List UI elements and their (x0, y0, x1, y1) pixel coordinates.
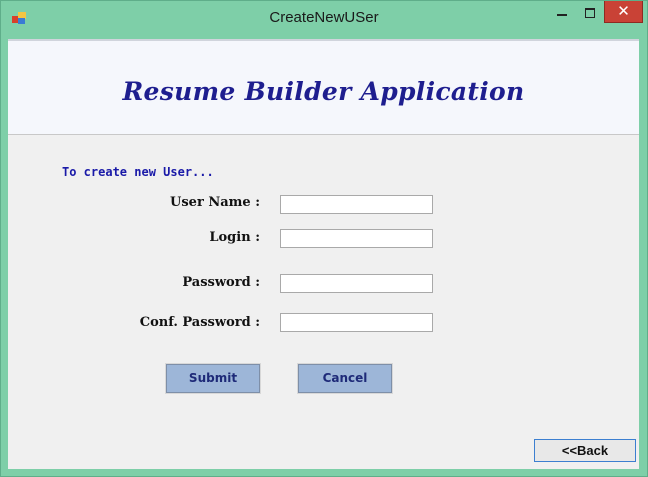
intro-text: To create new User... (62, 165, 214, 179)
login-label: Login : (209, 230, 260, 245)
banner-title: Resume Builder Application (122, 77, 525, 106)
maximize-button[interactable] (577, 1, 603, 25)
maximize-icon (585, 8, 595, 18)
cancel-button[interactable]: Cancel (297, 363, 393, 394)
back-button[interactable]: <<Back (534, 439, 636, 462)
form-client-area: Resume Builder Application To create new… (8, 39, 639, 469)
close-button[interactable]: ✕ (604, 1, 643, 23)
password-label: Password : (182, 275, 260, 290)
login-input[interactable] (280, 229, 433, 248)
header-banner: Resume Builder Application (8, 39, 639, 135)
minimize-button[interactable] (549, 1, 575, 25)
user-name-input[interactable] (280, 195, 433, 214)
confirm-password-label: Conf. Password : (139, 315, 260, 330)
app-window: CreateNewUSer ✕ Resume Builder Applicati… (0, 0, 648, 477)
submit-button[interactable]: Submit (165, 363, 261, 394)
user-name-label: User Name : (170, 195, 260, 210)
minimize-icon (557, 14, 567, 16)
title-bar[interactable]: CreateNewUSer ✕ (1, 1, 647, 39)
close-icon: ✕ (617, 2, 630, 20)
confirm-password-input[interactable] (280, 313, 433, 332)
password-input[interactable] (280, 274, 433, 293)
